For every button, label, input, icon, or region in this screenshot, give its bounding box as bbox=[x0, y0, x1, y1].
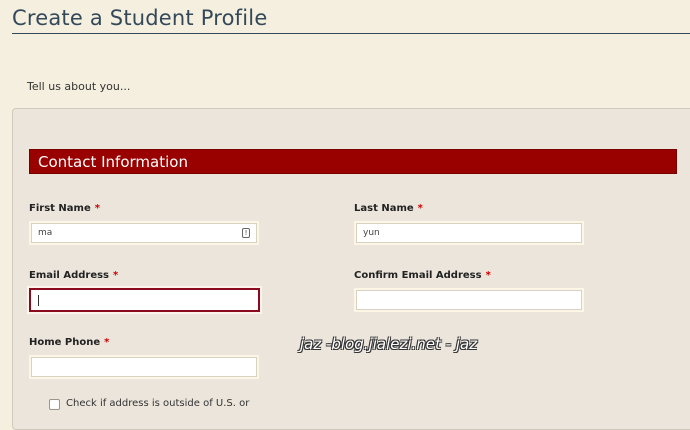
last-name-label-text: Last Name bbox=[354, 203, 414, 214]
first-name-value: ma bbox=[38, 228, 53, 238]
required-marker: * bbox=[104, 337, 110, 348]
outside-us-label: Check if address is outside of U.S. or bbox=[66, 398, 250, 409]
email-input[interactable] bbox=[29, 288, 260, 312]
confirm-email-input[interactable] bbox=[356, 290, 582, 310]
watermark-text: jaz -blog.jialezi.net - jaz bbox=[300, 335, 478, 353]
email-label-text: Email Address bbox=[29, 270, 110, 281]
first-name-input[interactable]: ma ! bbox=[31, 223, 257, 243]
intro-text: Tell us about you... bbox=[27, 80, 131, 93]
required-marker: * bbox=[417, 203, 423, 214]
email-label: Email Address * bbox=[29, 270, 118, 281]
page-title: Create a Student Profile bbox=[12, 6, 268, 30]
first-name-label-text: First Name bbox=[29, 203, 91, 214]
home-phone-label-text: Home Phone bbox=[29, 337, 101, 348]
key-icon[interactable]: ! bbox=[242, 228, 250, 238]
title-divider bbox=[12, 33, 690, 34]
required-marker: * bbox=[94, 203, 100, 214]
outside-us-checkbox[interactable] bbox=[49, 399, 60, 410]
confirm-email-label-text: Confirm Email Address bbox=[354, 270, 482, 281]
section-title: Contact Information bbox=[38, 153, 188, 171]
text-cursor bbox=[38, 295, 39, 306]
confirm-email-label: Confirm Email Address * bbox=[354, 270, 491, 281]
last-name-value: yun bbox=[363, 228, 380, 238]
home-phone-label: Home Phone * bbox=[29, 337, 109, 348]
section-header: Contact Information bbox=[29, 149, 677, 174]
last-name-label: Last Name * bbox=[354, 203, 423, 214]
required-marker: * bbox=[113, 270, 119, 281]
required-marker: * bbox=[485, 270, 491, 281]
home-phone-input[interactable] bbox=[31, 357, 257, 377]
first-name-label: First Name * bbox=[29, 203, 100, 214]
last-name-input[interactable]: yun bbox=[356, 223, 582, 243]
